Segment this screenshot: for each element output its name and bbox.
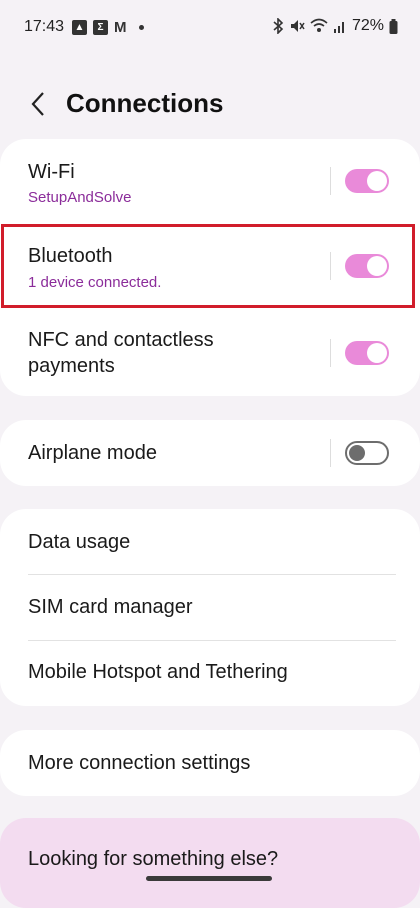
divider <box>330 167 331 195</box>
back-button[interactable] <box>22 88 54 120</box>
more-connection-settings-row[interactable]: More connection settings <box>0 730 420 796</box>
divider <box>330 339 331 367</box>
airplane-card: Airplane mode <box>0 420 420 486</box>
sigma-app-icon: Σ <box>93 20 108 35</box>
battery-icon <box>389 18 398 34</box>
gmail-icon: M <box>114 19 127 36</box>
notification-icons: ▲ Σ M <box>72 19 144 36</box>
signal-icon <box>333 19 347 33</box>
gallery-icon: ▲ <box>72 20 87 35</box>
hotspot-title: Mobile Hotspot and Tethering <box>28 661 288 683</box>
data-card: Data usage SIM card manager Mobile Hotsp… <box>0 509 420 706</box>
sim-card-manager-title: SIM card manager <box>28 596 193 618</box>
nfc-toggle[interactable] <box>345 341 389 365</box>
wifi-toggle[interactable] <box>345 169 389 193</box>
wifi-subtitle: SetupAndSolve <box>28 189 132 206</box>
airplane-toggle[interactable] <box>345 441 389 465</box>
wifi-row[interactable]: Wi-Fi SetupAndSolve <box>0 139 420 224</box>
status-right: 72% <box>272 17 398 35</box>
page-title: Connections <box>66 88 224 118</box>
data-usage-title: Data usage <box>28 531 131 553</box>
nfc-title-line2: payments <box>28 355 115 377</box>
toggle-knob <box>367 343 387 363</box>
status-time: 17:43 <box>24 18 65 35</box>
app-header: Connections <box>0 82 420 126</box>
more-notifications-icon <box>138 25 144 30</box>
more-connection-settings-title: More connection settings <box>28 752 251 774</box>
mute-icon <box>289 18 305 34</box>
bluetooth-status-icon <box>272 18 284 34</box>
toggle-knob <box>367 171 387 191</box>
data-usage-row[interactable]: Data usage <box>0 509 420 574</box>
status-bar: 17:43 ▲ Σ M 72% <box>0 0 420 56</box>
wifi-title: Wi-Fi <box>28 161 75 183</box>
nfc-title-line1: NFC and contactless <box>28 329 214 351</box>
suggestions-title: Looking for something else? <box>28 848 279 870</box>
bluetooth-highlight-frame <box>1 224 415 308</box>
toggle-knob <box>349 445 365 461</box>
airplane-row[interactable]: Airplane mode <box>0 420 420 486</box>
airplane-title: Airplane mode <box>28 442 157 464</box>
battery-percent: 72% <box>351 17 384 34</box>
divider <box>330 439 331 467</box>
gesture-nav-handle[interactable] <box>146 876 272 881</box>
nfc-row[interactable]: NFC and contactless payments <box>0 309 420 396</box>
sim-card-manager-row[interactable]: SIM card manager <box>0 575 420 640</box>
chevron-left-icon <box>31 92 44 116</box>
hotspot-row[interactable]: Mobile Hotspot and Tethering <box>0 641 420 706</box>
wifi-status-icon <box>310 18 328 34</box>
more-card: More connection settings <box>0 730 420 796</box>
suggestions-card: Looking for something else? <box>0 818 420 908</box>
